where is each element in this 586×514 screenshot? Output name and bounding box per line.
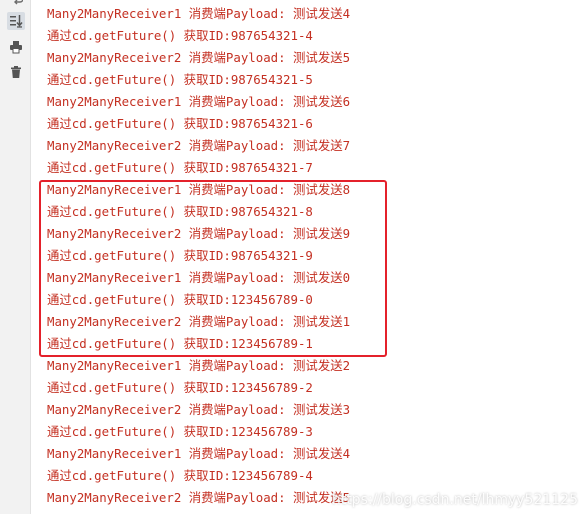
console-line: Many2ManyReceiver2 消费端Payload: 测试发送5 (47, 50, 351, 65)
console-line: Many2ManyReceiver1 消费端Payload: 测试发送6 (47, 94, 351, 109)
console-line: Many2ManyReceiver1 消费端Payload: 测试发送4 (47, 6, 351, 21)
console-line: Many2ManyReceiver1 消费端Payload: 测试发送8 (47, 182, 351, 197)
console-line: Many2ManyReceiver1 消费端Payload: 测试发送0 (47, 270, 351, 285)
console-line: Many2ManyReceiver2 消费端Payload: 测试发送1 (47, 314, 351, 329)
watermark-text: https://blog.csdn.net/lhmyy521125 (331, 492, 578, 508)
console-window: Many2ManyReceiver1 消费端Payload: 测试发送4 通过cd… (0, 0, 586, 514)
console-line: 通过cd.getFuture() 获取ID:123456789-4 (47, 468, 313, 483)
console-line: 通过cd.getFuture() 获取ID:987654321-7 (47, 160, 313, 175)
console-line: 通过cd.getFuture() 获取ID:123456789-0 (47, 292, 313, 307)
console-line: 通过cd.getFuture() 获取ID:987654321-4 (47, 28, 313, 43)
console-output: Many2ManyReceiver1 消费端Payload: 测试发送4 通过cd… (47, 3, 586, 509)
wrap-button[interactable] (7, 0, 25, 8)
console-line: Many2ManyReceiver1 消费端Payload: 测试发送4 (47, 446, 351, 461)
console-line: Many2ManyReceiver2 消费端Payload: 测试发送3 (47, 402, 351, 417)
trash-icon (11, 66, 21, 78)
print-icon (10, 41, 22, 54)
console-line: Many2ManyReceiver2 消费端Payload: 测试发送7 (47, 138, 351, 153)
print-button[interactable] (7, 38, 25, 56)
console-line: Many2ManyReceiver1 消费端Payload: 测试发送2 (47, 358, 351, 373)
wrap-icon (14, 0, 23, 5)
console-line: 通过cd.getFuture() 获取ID:123456789-3 (47, 424, 313, 439)
scroll-to-end-button[interactable] (7, 12, 25, 30)
console-toolbar (0, 0, 31, 514)
console-line: Many2ManyReceiver2 消费端Payload: 测试发送9 (47, 226, 351, 241)
scroll-to-end-icon (10, 15, 23, 28)
console-line: 通过cd.getFuture() 获取ID:987654321-9 (47, 248, 313, 263)
console-line: 通过cd.getFuture() 获取ID:123456789-2 (47, 380, 313, 395)
console-line: 通过cd.getFuture() 获取ID:987654321-5 (47, 72, 313, 87)
clear-button[interactable] (7, 63, 25, 81)
console-line: 通过cd.getFuture() 获取ID:987654321-8 (47, 204, 313, 219)
console-line: 通过cd.getFuture() 获取ID:987654321-6 (47, 116, 313, 131)
console-line: 通过cd.getFuture() 获取ID:123456789-1 (47, 336, 313, 351)
